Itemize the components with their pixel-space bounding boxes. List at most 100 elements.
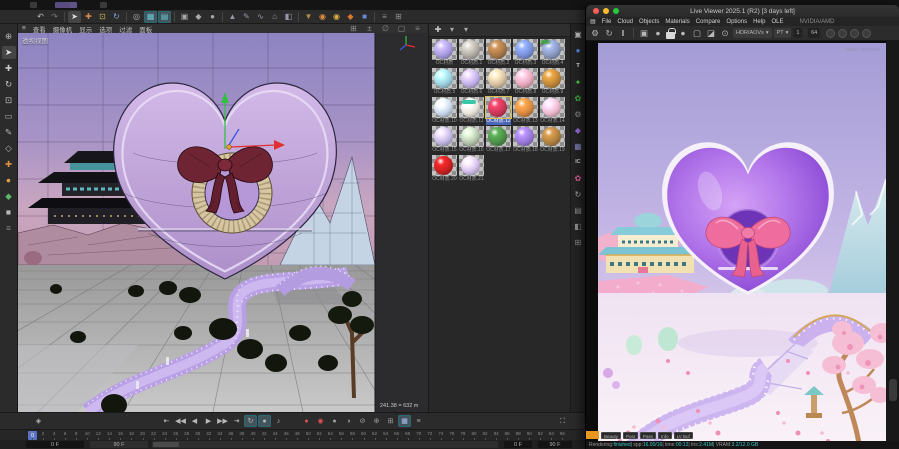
left-menu-icon[interactable]: ≡ — [2, 222, 16, 235]
lv-menu-file[interactable]: File — [602, 19, 612, 25]
minimize-button[interactable] — [603, 8, 609, 14]
asset-flower-icon[interactable]: ✿ — [572, 173, 584, 185]
octane-materials-icon[interactable]: ◉ — [330, 11, 343, 23]
material-thumbnail[interactable] — [459, 155, 484, 176]
simulate-icon[interactable]: ● — [572, 45, 584, 57]
keyframe-parameter-icon[interactable]: ⊕ — [370, 415, 383, 427]
render-view-icon[interactable]: ▦ — [144, 11, 157, 23]
lv-chip-post[interactable]: Post — [623, 432, 638, 439]
move-tool-icon[interactable]: ✚ — [2, 62, 16, 75]
octane-icon[interactable]: ◉ — [316, 11, 329, 23]
keyframe-nav-icon[interactable]: ◈ — [32, 415, 45, 427]
material-item[interactable]: OC材质.9 — [539, 68, 566, 96]
material-item[interactable]: OC材质.10 — [431, 97, 458, 125]
lv-restart-icon[interactable]: ↻ — [603, 27, 615, 39]
edge-mode-icon[interactable]: ✎ — [240, 11, 253, 23]
material-thumbnail[interactable] — [486, 97, 511, 118]
material-thumbnail[interactable] — [459, 97, 484, 118]
material-item[interactable]: OC材质.16 — [458, 126, 485, 154]
material-thumbnail[interactable] — [486, 126, 511, 147]
material-item[interactable]: OC材质.21 — [458, 155, 485, 183]
material-thumbnail[interactable] — [540, 68, 565, 89]
primitive-icon[interactable]: ⌂ — [268, 11, 281, 23]
material-thumbnail[interactable] — [486, 39, 511, 60]
material-thumbnail[interactable]: MIX — [540, 39, 565, 60]
spline-icon[interactable]: ∿ — [254, 11, 267, 23]
lv-pause-icon[interactable]: ‖ — [617, 27, 629, 39]
spline-tool-icon[interactable]: ◇ — [2, 142, 16, 155]
move-icon[interactable]: ✚ — [82, 11, 95, 23]
texture-mode-icon[interactable]: ◆ — [192, 11, 205, 23]
goto-end-icon[interactable]: ⇥ — [230, 415, 243, 427]
redo-icon[interactable]: ↷ — [48, 11, 61, 23]
expand-timeline-icon[interactable]: ⛶ — [556, 415, 569, 427]
live-selection-icon[interactable]: ➤ — [68, 11, 81, 23]
next-frame-icon[interactable]: ▶▶ — [216, 415, 229, 427]
material-item[interactable]: OC材质.3 — [512, 39, 539, 67]
content-browser-icon[interactable]: ≡ — [378, 11, 391, 23]
lv-menu-cloud[interactable]: Cloud — [617, 19, 633, 25]
prev-key-icon[interactable]: ◀◀ — [174, 415, 187, 427]
lv-chip-lv-buf[interactable]: LV Buf — [674, 432, 693, 439]
lv-menu-compare[interactable]: Compare — [696, 19, 721, 25]
samples-field[interactable]: 64 — [808, 28, 820, 38]
timeline-menu-icon[interactable]: ≡ — [412, 415, 425, 427]
record-key-icon[interactable]: ● — [300, 415, 313, 427]
zoom-tool-icon[interactable]: ⊕ — [2, 30, 16, 43]
scene-nodes-icon[interactable]: ▦ — [572, 141, 584, 153]
lv-menu-help[interactable]: Help — [753, 19, 765, 25]
mograph-icon[interactable]: ✦ — [572, 77, 584, 89]
axis-band-icon[interactable]: ● — [2, 174, 16, 187]
settings-icon[interactable]: ⚙ — [572, 109, 584, 121]
sound-icon[interactable]: ♪ — [272, 415, 285, 427]
text-tool-icon[interactable]: T — [572, 61, 584, 73]
max-frame-field[interactable]: 90 F — [538, 441, 572, 448]
material-thumbnail[interactable] — [432, 126, 457, 147]
viewport-menu-过滤[interactable]: 过滤 — [119, 24, 132, 34]
material-item[interactable]: OC材质.17 — [485, 126, 512, 154]
keyframe-pla-icon[interactable]: ⊞ — [384, 415, 397, 427]
viewport-view-label[interactable]: 透视视图 — [22, 35, 48, 45]
viewport-menu-面板[interactable]: 面板 — [139, 24, 152, 34]
live-viewer-titlebar[interactable]: Live Viewer 2025.1 (R2) [3 days left] — [586, 5, 899, 17]
material-thumbnail[interactable] — [486, 68, 511, 89]
team-render-icon[interactable]: ■ — [358, 11, 371, 23]
keyframe-position-icon[interactable]: ● — [328, 415, 341, 427]
current-frame-field[interactable]: 0 F — [504, 441, 532, 448]
lv-scrollbar[interactable] — [886, 41, 899, 449]
lv-menu-icon[interactable]: ▤ — [590, 18, 596, 25]
lv-menu-materials[interactable]: Materials — [665, 19, 689, 25]
close-button[interactable] — [593, 8, 599, 14]
range-start-field[interactable]: 0 F — [26, 441, 84, 448]
undo-icon[interactable]: ↶ — [34, 11, 47, 23]
material-item[interactable]: OC材质.18 — [512, 126, 539, 154]
material-thumbnail[interactable] — [459, 39, 484, 60]
snap-icon[interactable]: ◧ — [282, 11, 295, 23]
material-item[interactable]: OC材质.13 — [512, 97, 539, 125]
workplane-tool-icon[interactable]: ◆ — [2, 190, 16, 203]
range-end-field[interactable]: 90 F — [90, 441, 148, 448]
material-item[interactable]: OC材质.5 — [431, 68, 458, 96]
render-settings-icon[interactable]: ▤ — [158, 11, 171, 23]
material-thumbnail[interactable] — [540, 97, 565, 118]
interactive-render-icon[interactable]: IC — [572, 157, 584, 169]
lv-menu-options[interactable]: Options — [726, 19, 747, 25]
grid-icon[interactable]: ⊞ — [572, 237, 584, 249]
material-item[interactable]: OC材质.7 — [485, 68, 512, 96]
perspective-viewport[interactable]: 透视视图 241.38 = 632 m — [18, 33, 428, 412]
subsample-field[interactable]: 1 — [793, 28, 802, 38]
lv-round-2-button[interactable] — [838, 29, 847, 38]
live-viewer-canvas[interactable]: DEMO VERSION BeautyPostPassInfoLV Buf Re… — [586, 41, 899, 449]
lv-settings-icon[interactable]: ⚙ — [589, 27, 601, 39]
material-item[interactable]: OC材质.15 — [431, 126, 458, 154]
layers-icon[interactable]: ◧ — [572, 221, 584, 233]
material-thumbnail[interactable] — [459, 126, 484, 147]
keyframe-selection-icon[interactable]: ▦ — [398, 415, 411, 427]
lv-film-region-icon[interactable]: ⊙ — [719, 27, 731, 39]
fields-icon[interactable]: ✿ — [572, 93, 584, 105]
asset-browser-icon[interactable]: ▤ — [572, 205, 584, 217]
octane-objects-icon[interactable]: ◆ — [344, 11, 357, 23]
volume-icon[interactable]: ◆ — [572, 125, 584, 137]
lv-round-4-button[interactable] — [862, 29, 871, 38]
viewport-menu-查看[interactable]: 查看 — [33, 24, 46, 34]
